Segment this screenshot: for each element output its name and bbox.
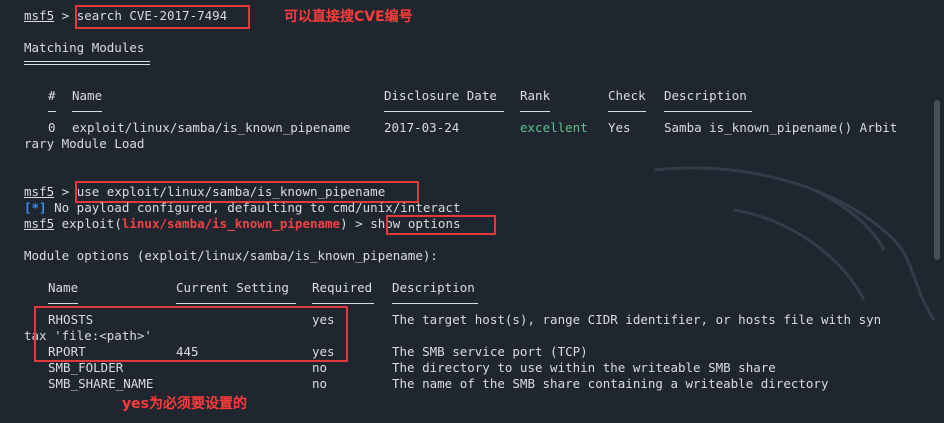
header-underline (520, 111, 550, 112)
option-name: SMB_FOLDER (48, 360, 124, 375)
matching-modules-title: Matching Modules (24, 40, 145, 55)
highlight-search-command (75, 5, 250, 29)
info-line: [*] No payload configured, defaulting to… (24, 200, 461, 216)
opt-header-description: Description (392, 280, 475, 295)
option-description: The target host(s), range CIDR identifie… (392, 312, 882, 327)
opt-header-setting: Current Setting (176, 280, 289, 295)
prompt: msf5 (24, 184, 55, 199)
opt-header-underline (312, 303, 374, 304)
header-date: Disclosure Date (384, 88, 497, 103)
title-underline (24, 61, 150, 65)
header-underline (384, 111, 504, 112)
info-message: No payload configured, defaulting to cmd… (46, 200, 461, 215)
prompt: msf5 (24, 216, 55, 231)
header-underline (664, 111, 752, 112)
highlight-required-options (34, 306, 348, 362)
option-description: The SMB service port (TCP) (392, 344, 588, 359)
opt-header-underline (392, 303, 478, 304)
highlight-show-options (386, 215, 496, 235)
info-tag: [*] (24, 200, 47, 215)
row-name: exploit/linux/samba/is_known_pipename (72, 120, 351, 135)
header-name: Name (72, 88, 103, 103)
prompt: msf5 (24, 8, 55, 23)
row-check: Yes (608, 120, 631, 135)
option-name: SMB_SHARE_NAME (48, 376, 154, 391)
header-check: Check (608, 88, 646, 103)
module-options-title: Module options (exploit/linux/samba/is_k… (24, 248, 438, 263)
header-num: # (48, 88, 56, 103)
opt-header-underline (176, 303, 296, 304)
option-required: no (312, 376, 328, 391)
option-description: The name of the SMB share containing a w… (392, 376, 829, 391)
exploit-module: linux/samba/is_known_pipename (121, 216, 341, 231)
header-description: Description (664, 88, 747, 103)
header-underline (72, 111, 102, 112)
exploit-suffix: ) > (340, 216, 363, 231)
exploit-prefix: exploit( (54, 216, 122, 231)
opt-header-required: Required (312, 280, 373, 295)
row-date: 2017-03-24 (384, 120, 460, 135)
header-rank: Rank (520, 88, 551, 103)
scrollbar[interactable] (934, 100, 940, 260)
annotation-required: yes为必须要设置的 (122, 396, 247, 412)
row-description-wrap: rary Module Load (24, 136, 145, 151)
annotation-search-cve: 可以直接搜CVE编号 (284, 9, 413, 25)
opt-header-name: Name (48, 280, 79, 295)
row-description: Samba is_known_pipename() Arbit (664, 120, 898, 135)
option-required: no (312, 360, 328, 375)
header-underline (608, 111, 646, 112)
row-rank: excellent (520, 120, 588, 135)
header-underline (48, 111, 56, 112)
option-description: The directory to use within the writeabl… (392, 360, 776, 375)
row-num: 0 (48, 120, 56, 135)
opt-header-underline (48, 303, 78, 304)
